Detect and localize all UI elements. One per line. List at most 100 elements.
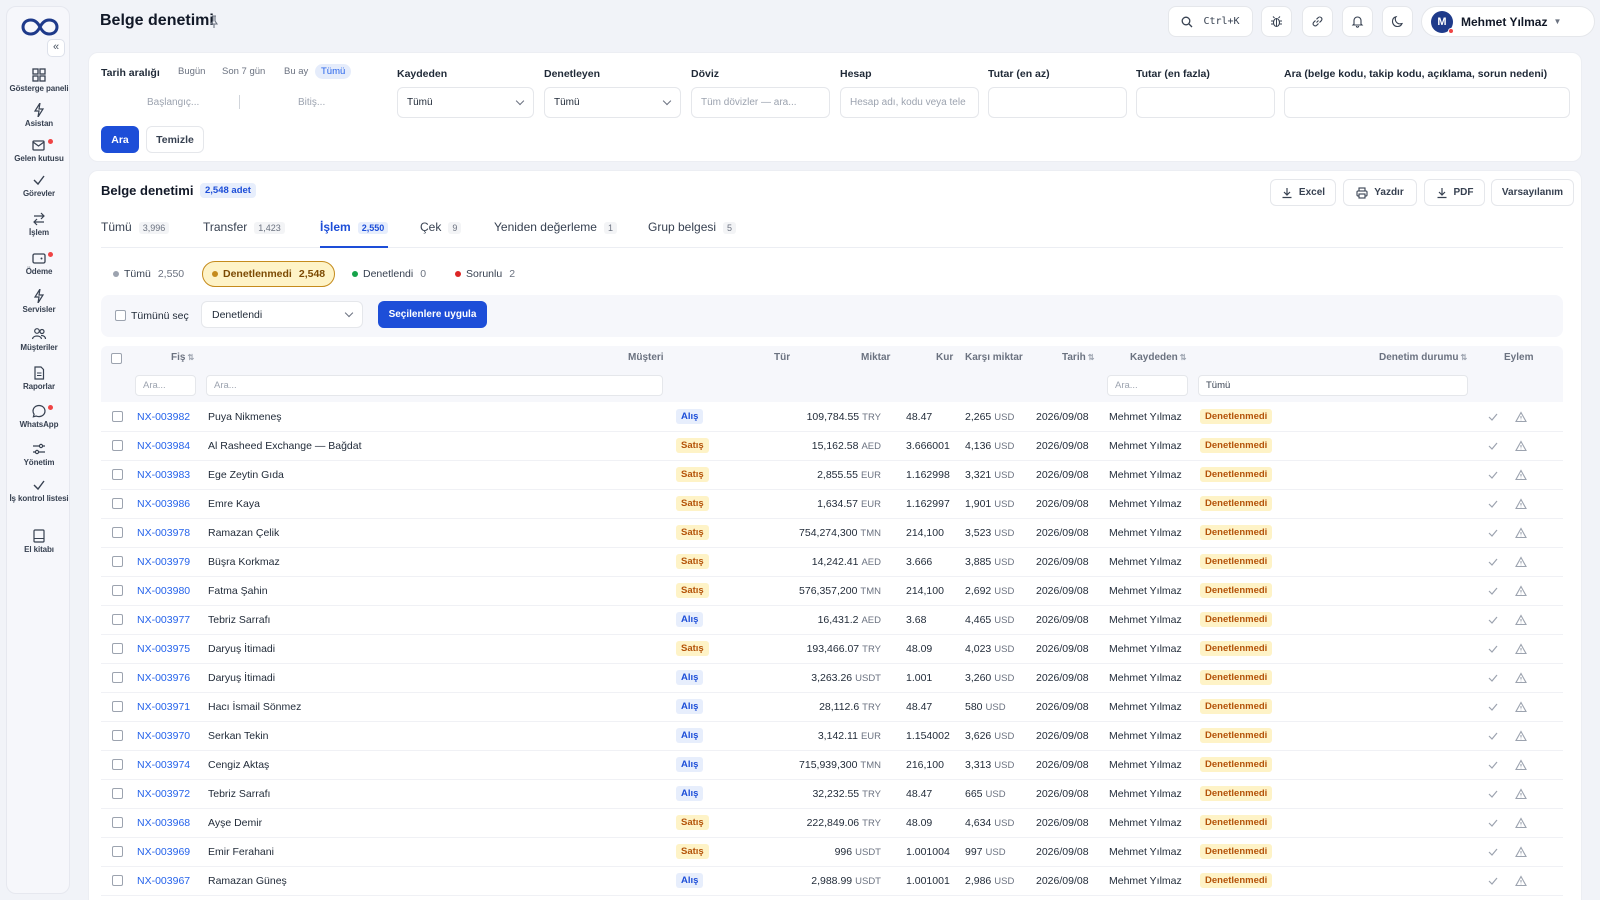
- row-fis-link[interactable]: NX-003983: [137, 469, 190, 481]
- table-row[interactable]: NX-003976 Daryuş İtimadi Alış 3,263.26 USDT 1…: [101, 664, 1563, 693]
- max-amount-input[interactable]: [1136, 87, 1275, 118]
- date-chip-all[interactable]: Tümü: [315, 64, 352, 79]
- approve-check-icon[interactable]: [1487, 498, 1499, 510]
- table-row[interactable]: NX-003979 Büşra Korkmaz Satış 14,242.41 AED 3…: [101, 548, 1563, 577]
- flag-issue-warning-icon[interactable]: [1515, 817, 1527, 829]
- default-view-button[interactable]: Varsayılanım: [1491, 179, 1574, 206]
- flag-issue-warning-icon[interactable]: [1515, 556, 1527, 568]
- row-checkbox[interactable]: [112, 672, 123, 683]
- approve-check-icon[interactable]: [1487, 875, 1499, 887]
- flag-issue-warning-icon[interactable]: [1515, 614, 1527, 626]
- row-checkbox[interactable]: [112, 411, 123, 422]
- approve-check-icon[interactable]: [1487, 759, 1499, 771]
- flag-issue-warning-icon[interactable]: [1515, 498, 1527, 510]
- table-row[interactable]: NX-003977 Tebriz Sarrafı Alış 16,431.2 AED 3.…: [101, 606, 1563, 635]
- sidebar-item-management[interactable]: Yönetim: [7, 442, 71, 467]
- approve-check-icon[interactable]: [1487, 846, 1499, 858]
- sidebar-item-transactions[interactable]: İşlem: [7, 212, 71, 237]
- bulk-status-select[interactable]: Denetlendi: [201, 301, 363, 328]
- table-row[interactable]: NX-003967 Ramazan Güneş Alış 2,988.99 USDT 1.…: [101, 867, 1563, 896]
- search-input[interactable]: [1284, 87, 1570, 118]
- row-fis-link[interactable]: NX-003977: [137, 614, 190, 626]
- user-menu-button[interactable]: M Mehmet Yılmaz ▼: [1421, 6, 1595, 37]
- debug-button[interactable]: [1261, 6, 1292, 37]
- sidebar-item-assistant[interactable]: Asistan: [7, 103, 71, 128]
- table-row[interactable]: NX-003974 Cengiz Aktaş Alış 715,939,300 TMN 2…: [101, 751, 1563, 780]
- link-button[interactable]: [1302, 6, 1333, 37]
- flag-issue-warning-icon[interactable]: [1515, 788, 1527, 800]
- sidebar-item-inbox[interactable]: Gelen kutusu: [7, 138, 71, 163]
- status-filter-issue[interactable]: Sorunlu 2: [445, 261, 525, 287]
- row-checkbox[interactable]: [112, 759, 123, 770]
- flag-issue-warning-icon[interactable]: [1515, 585, 1527, 597]
- date-chip-today[interactable]: Bugün: [178, 66, 205, 77]
- apply-to-selected-button[interactable]: Seçilenlere uygula: [378, 301, 487, 328]
- row-fis-link[interactable]: NX-003969: [137, 846, 190, 858]
- table-row[interactable]: NX-003975 Daryuş İtimadi Satış 193,466.07 TR…: [101, 635, 1563, 664]
- row-fis-link[interactable]: NX-003974: [137, 759, 190, 771]
- row-checkbox[interactable]: [112, 585, 123, 596]
- flag-issue-warning-icon[interactable]: [1515, 411, 1527, 423]
- row-checkbox[interactable]: [112, 875, 123, 886]
- currency-input[interactable]: Tüm dövizler — ara...: [691, 87, 830, 118]
- column-header-durum[interactable]: Denetim durumu ⇅: [1379, 352, 1467, 363]
- flag-issue-warning-icon[interactable]: [1515, 527, 1527, 539]
- fis-filter-input[interactable]: Ara...: [135, 375, 196, 396]
- status-filter-all[interactable]: Tümü 2,550: [103, 261, 194, 287]
- approve-check-icon[interactable]: [1487, 527, 1499, 539]
- row-fis-link[interactable]: NX-003975: [137, 643, 190, 655]
- date-end-input[interactable]: Bitiş...: [298, 97, 325, 108]
- column-header-tarih[interactable]: Tarih ⇅: [1062, 352, 1094, 363]
- approve-check-icon[interactable]: [1487, 614, 1499, 626]
- row-checkbox[interactable]: [112, 643, 123, 654]
- tab-revaluation[interactable]: Yeniden değerleme 1: [494, 220, 617, 248]
- select-all-checkbox[interactable]: [115, 310, 126, 321]
- approve-check-icon[interactable]: [1487, 701, 1499, 713]
- sidebar-item-payment[interactable]: Ödeme: [7, 251, 71, 276]
- row-fis-link[interactable]: NX-003982: [137, 411, 190, 423]
- musteri-filter-input[interactable]: Ara...: [206, 375, 663, 396]
- row-fis-link[interactable]: NX-003979: [137, 556, 190, 568]
- row-fis-link[interactable]: NX-003970: [137, 730, 190, 742]
- theme-toggle-button[interactable]: [1382, 6, 1413, 37]
- export-excel-button[interactable]: Excel: [1270, 179, 1336, 206]
- approve-check-icon[interactable]: [1487, 643, 1499, 655]
- row-checkbox[interactable]: [112, 469, 123, 480]
- flag-issue-warning-icon[interactable]: [1515, 730, 1527, 742]
- table-row[interactable]: NX-003970 Serkan Tekin Alış 3,142.11 EUR 1.15…: [101, 722, 1563, 751]
- tab-group-document[interactable]: Grup belgesi 5: [648, 220, 737, 248]
- status-filter-audited[interactable]: Denetlendi 0: [342, 261, 436, 287]
- row-checkbox[interactable]: [112, 788, 123, 799]
- notifications-button[interactable]: [1342, 6, 1373, 37]
- sidebar-item-checklist[interactable]: İş kontrol listesi: [7, 478, 71, 503]
- sidebar-item-services[interactable]: Servisler: [7, 289, 71, 314]
- row-checkbox[interactable]: [112, 730, 123, 741]
- sidebar-item-dashboard[interactable]: Gösterge paneli: [7, 68, 71, 93]
- approve-check-icon[interactable]: [1487, 440, 1499, 452]
- print-button[interactable]: Yazdır: [1343, 179, 1417, 206]
- table-row[interactable]: NX-003968 Ayşe Demir Satış 222,849.06 TRY 48.…: [101, 809, 1563, 838]
- sidebar-collapse-button[interactable]: «: [47, 39, 65, 57]
- sidebar-item-tasks[interactable]: Görevler: [7, 173, 71, 198]
- durum-filter-select[interactable]: Tümü: [1198, 375, 1468, 396]
- date-chip-7days[interactable]: Son 7 gün: [222, 66, 265, 77]
- row-checkbox[interactable]: [112, 614, 123, 625]
- table-row[interactable]: NX-003984 Al Rasheed Exchange — Bağdat Sat…: [101, 432, 1563, 461]
- column-header-fis[interactable]: Fiş ⇅: [171, 352, 194, 363]
- row-fis-link[interactable]: NX-003984: [137, 440, 190, 452]
- row-fis-link[interactable]: NX-003980: [137, 585, 190, 597]
- tab-all[interactable]: Tümü 3,996: [101, 220, 170, 248]
- table-row[interactable]: NX-003969 Emir Ferahani Satış 996 USDT 1.0010…: [101, 838, 1563, 867]
- flag-issue-warning-icon[interactable]: [1515, 440, 1527, 452]
- row-checkbox[interactable]: [112, 556, 123, 567]
- row-fis-link[interactable]: NX-003978: [137, 527, 190, 539]
- approve-check-icon[interactable]: [1487, 672, 1499, 684]
- global-search-button[interactable]: Ctrl+K: [1168, 6, 1253, 37]
- approve-check-icon[interactable]: [1487, 469, 1499, 481]
- approve-check-icon[interactable]: [1487, 585, 1499, 597]
- auditor-select[interactable]: Tümü: [544, 87, 681, 118]
- sidebar-item-whatsapp[interactable]: WhatsApp: [7, 404, 71, 429]
- row-fis-link[interactable]: NX-003972: [137, 788, 190, 800]
- min-amount-input[interactable]: [988, 87, 1127, 118]
- approve-check-icon[interactable]: [1487, 788, 1499, 800]
